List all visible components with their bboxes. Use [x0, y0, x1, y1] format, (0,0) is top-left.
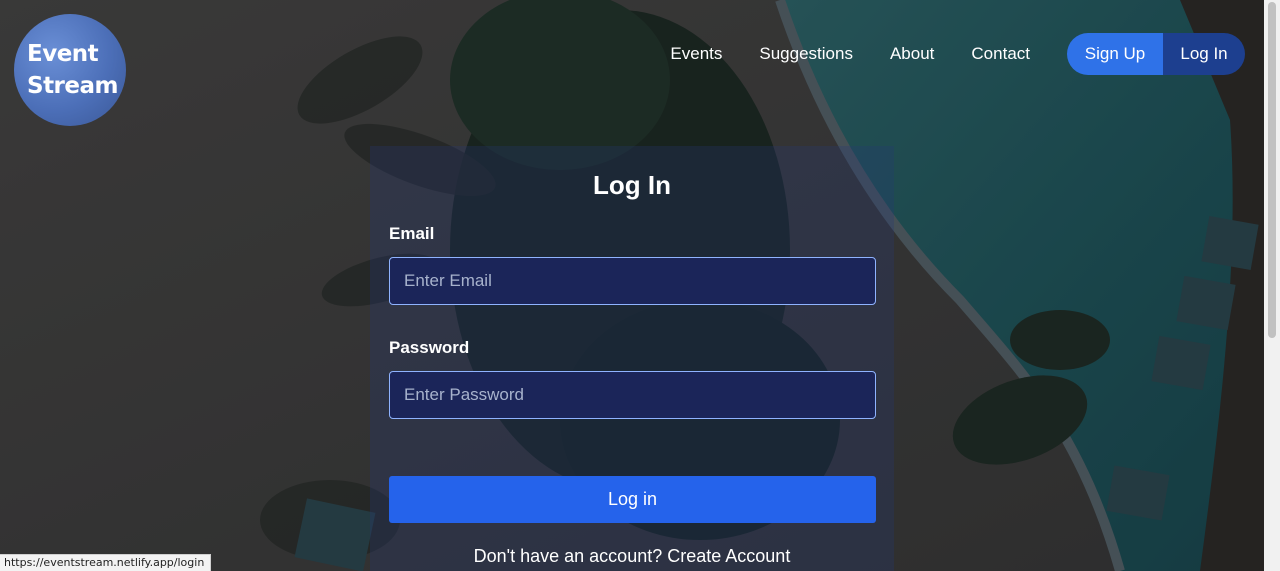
status-url-tooltip: https://eventstream.netlify.app/login [0, 554, 212, 571]
password-field[interactable] [389, 371, 876, 419]
email-field[interactable] [389, 257, 876, 305]
page: Event Stream Events Suggestions About Co… [0, 0, 1280, 571]
log-in-submit-button[interactable]: Log in [389, 476, 876, 523]
create-account-row: Don't have an account? Create Account [370, 546, 894, 567]
log-in-nav-button[interactable]: Log In [1163, 33, 1245, 75]
nav-link-contact[interactable]: Contact [971, 44, 1030, 64]
brand-line-1: Event [27, 41, 99, 67]
brand-logo[interactable]: Event Stream [14, 14, 126, 126]
top-nav: Events Suggestions About Contact Sign Up… [670, 33, 1245, 75]
auth-button-group: Sign Up Log In [1067, 33, 1245, 75]
create-account-link[interactable]: Create Account [667, 546, 790, 566]
nav-link-about[interactable]: About [890, 44, 934, 64]
nav-link-events[interactable]: Events [670, 44, 722, 64]
brand-line-2: Stream [27, 73, 119, 99]
email-label: Email [389, 224, 435, 243]
scrollbar-thumb[interactable] [1268, 2, 1276, 338]
sign-up-button[interactable]: Sign Up [1067, 33, 1163, 75]
login-title: Log In [593, 170, 671, 200]
vertical-scrollbar[interactable] [1264, 0, 1280, 571]
nav-link-suggestions[interactable]: Suggestions [759, 44, 853, 64]
password-label: Password [389, 338, 470, 357]
login-panel: Log In Email Password Log in Don't have … [370, 146, 894, 571]
signup-prompt: Don't have an account? [473, 546, 663, 566]
